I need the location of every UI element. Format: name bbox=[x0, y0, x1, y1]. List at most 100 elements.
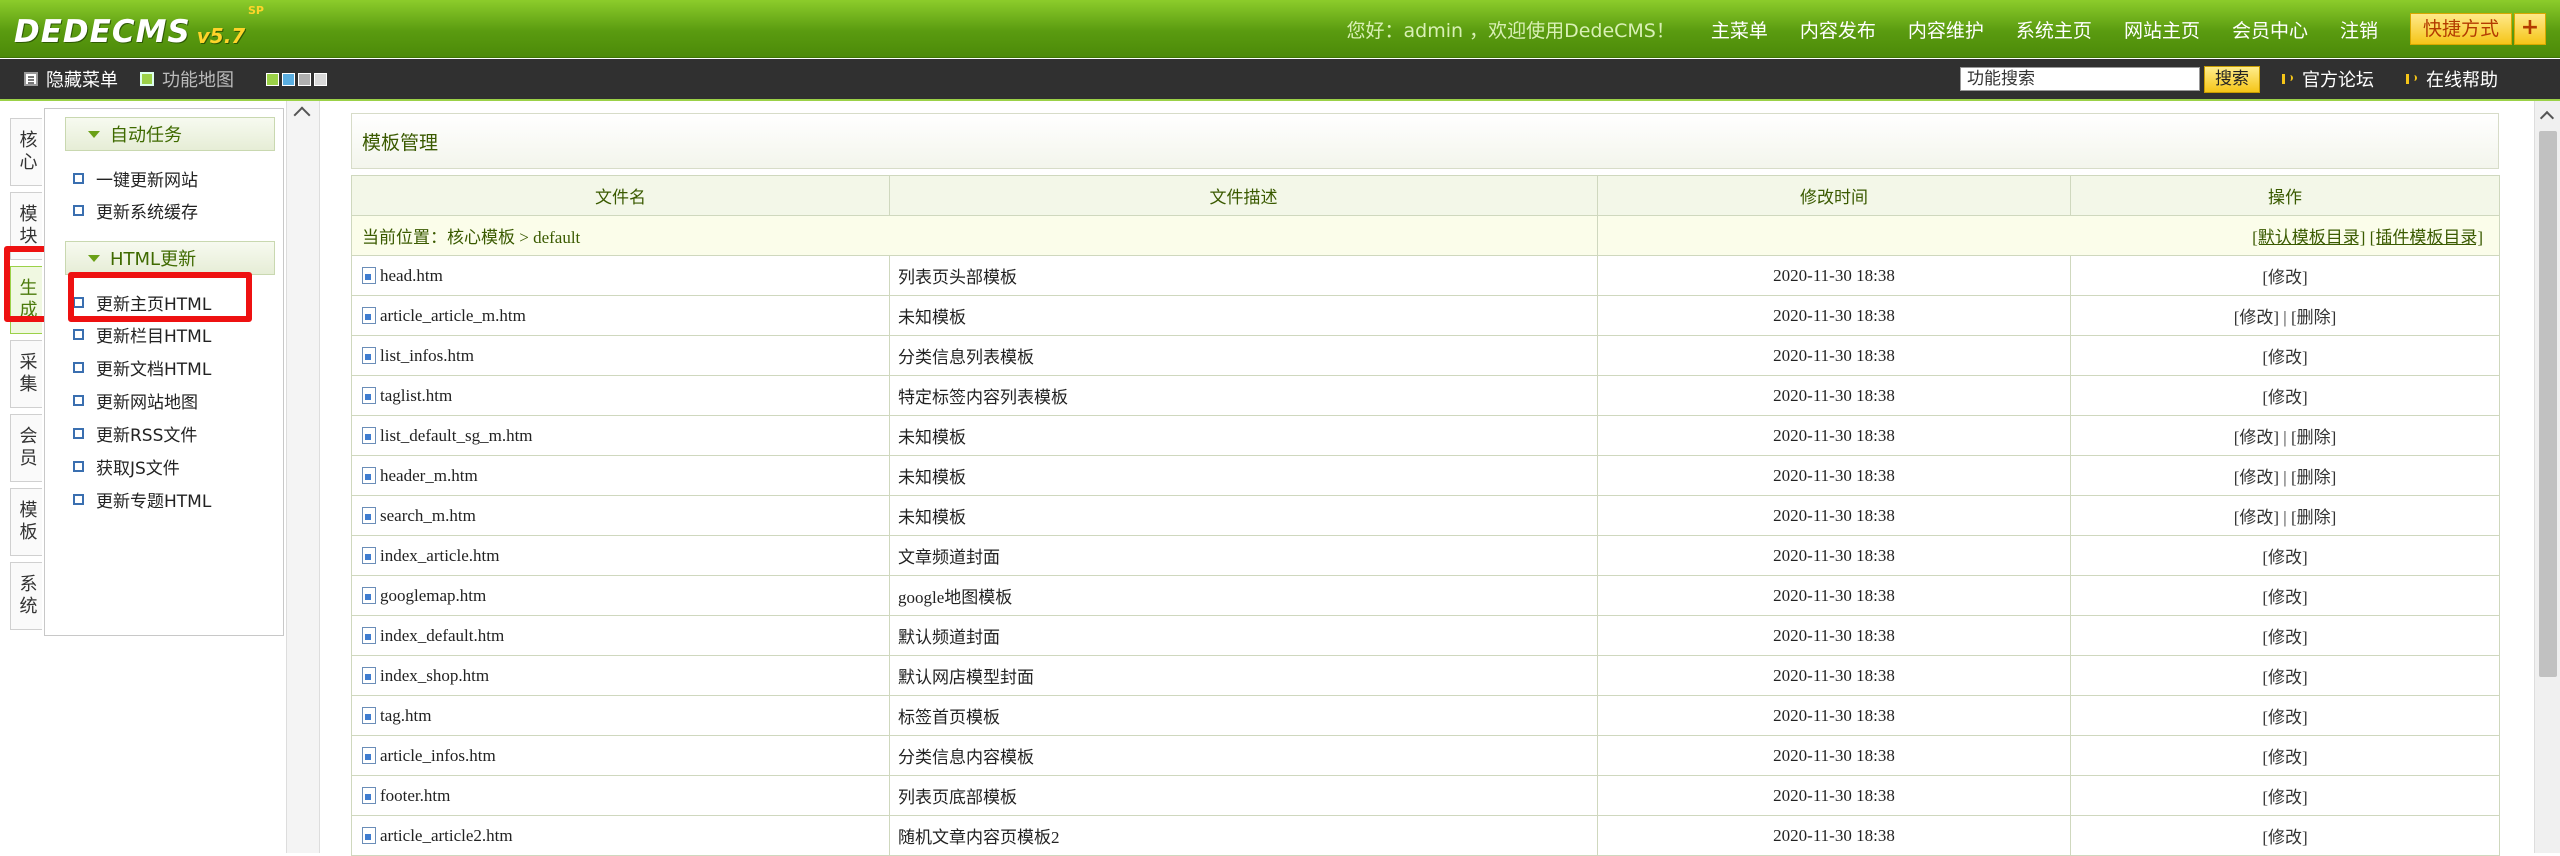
filename-cell[interactable]: index_default.htm bbox=[352, 616, 890, 656]
filename-cell[interactable]: googlemap.htm bbox=[352, 576, 890, 616]
default-template-dir-link[interactable]: [默认模板目录] bbox=[2252, 228, 2365, 247]
submenu-item-get-js[interactable]: 获取JS文件 bbox=[73, 451, 180, 481]
filename-text[interactable]: googlemap.htm bbox=[380, 586, 486, 605]
filename-cell[interactable]: header_m.htm bbox=[352, 456, 890, 496]
row-actions[interactable]: [修改] bbox=[2262, 588, 2307, 607]
filename-text[interactable]: article_article_m.htm bbox=[380, 306, 526, 325]
nav-system-home[interactable]: 系统主页 bbox=[2016, 16, 2092, 43]
tab-system[interactable]: 系统 bbox=[10, 562, 42, 630]
row-actions[interactable]: [修改] bbox=[2262, 548, 2307, 567]
row-actions[interactable]: [修改] bbox=[2262, 668, 2307, 687]
submenu-item-update-site[interactable]: 一键更新网站 bbox=[73, 163, 198, 193]
filename-text[interactable]: article_infos.htm bbox=[380, 746, 496, 765]
function-search-input[interactable]: 功能搜索 bbox=[1960, 67, 2200, 91]
search-button[interactable]: 搜索 bbox=[2204, 66, 2260, 93]
filename-cell[interactable]: article_article2.htm bbox=[352, 816, 890, 856]
filename-text[interactable]: tag.htm bbox=[380, 706, 431, 725]
submenu-item-update-rss[interactable]: 更新RSS文件 bbox=[73, 418, 197, 448]
row-actions[interactable]: [修改] bbox=[2262, 828, 2307, 847]
filename-cell[interactable]: article_infos.htm bbox=[352, 736, 890, 776]
filename-text[interactable]: header_m.htm bbox=[380, 466, 478, 485]
speaker-icon bbox=[2406, 74, 2416, 84]
actions-cell: [修改] bbox=[2071, 256, 2500, 296]
filename-text[interactable]: article_article2.htm bbox=[380, 826, 513, 845]
filename-text[interactable]: footer.htm bbox=[380, 786, 450, 805]
row-actions[interactable]: [修改] | [删除] bbox=[2234, 428, 2337, 447]
submenu-item-update-cache[interactable]: 更新系统缓存 bbox=[73, 195, 198, 225]
table-row: googlemap.htmgoogle地图模板2020-11-30 18:38[… bbox=[352, 576, 2500, 616]
page-scrollbar[interactable] bbox=[2534, 101, 2560, 853]
nav-main-menu[interactable]: 主菜单 bbox=[1711, 16, 1768, 43]
submenu-item-update-sitemap[interactable]: 更新网站地图 bbox=[73, 385, 198, 415]
tab-core[interactable]: 核心 bbox=[10, 118, 42, 186]
filename-cell[interactable]: footer.htm bbox=[352, 776, 890, 816]
dir-links: [默认模板目录] [插件模板目录] bbox=[1598, 216, 2500, 256]
submenu-item-update-doc-html[interactable]: 更新文档HTML bbox=[73, 352, 211, 382]
plugin-template-dir-link[interactable]: [插件模板目录] bbox=[2370, 228, 2483, 247]
row-actions[interactable]: [修改] bbox=[2262, 388, 2307, 407]
tab-member[interactable]: 会员 bbox=[10, 414, 42, 482]
filename-text[interactable]: taglist.htm bbox=[380, 386, 452, 405]
filename-cell[interactable]: article_article_m.htm bbox=[352, 296, 890, 336]
filename-cell[interactable]: taglist.htm bbox=[352, 376, 890, 416]
dedecms-logo[interactable]: DEDECMS v5.7 bbox=[14, 10, 245, 50]
hide-menu-button[interactable]: 隐藏菜单 bbox=[24, 59, 118, 99]
quick-add-button[interactable]: + bbox=[2514, 13, 2546, 45]
row-actions[interactable]: [修改] bbox=[2262, 788, 2307, 807]
highlight-box-update-home-html bbox=[68, 272, 252, 322]
file-icon bbox=[362, 547, 376, 564]
skin-green-swatch[interactable] bbox=[266, 73, 279, 86]
filename-cell[interactable]: list_infos.htm bbox=[352, 336, 890, 376]
scrollbar-thumb[interactable] bbox=[2539, 131, 2557, 677]
submenu-item-update-column-html[interactable]: 更新栏目HTML bbox=[73, 319, 211, 349]
filename-cell[interactable]: search_m.htm bbox=[352, 496, 890, 536]
row-actions[interactable]: [修改] bbox=[2262, 268, 2307, 287]
official-forum-link[interactable]: 官方论坛 bbox=[2282, 59, 2374, 99]
row-actions[interactable]: [修改] bbox=[2262, 708, 2307, 727]
filename-text[interactable]: index_shop.htm bbox=[380, 666, 489, 685]
tab-collect[interactable]: 采集 bbox=[10, 340, 42, 408]
row-actions[interactable]: [修改] | [删除] bbox=[2234, 508, 2337, 527]
modified-time-cell: 2020-11-30 18:38 bbox=[1598, 576, 2071, 616]
submenu-group-auto-task[interactable]: 自动任务 bbox=[65, 117, 275, 151]
nav-member-center[interactable]: 会员中心 bbox=[2232, 16, 2308, 43]
filename-text[interactable]: index_article.htm bbox=[380, 546, 499, 565]
filename-text[interactable]: list_default_sg_m.htm bbox=[380, 426, 533, 445]
nav-logout[interactable]: 注销 bbox=[2340, 16, 2378, 43]
modified-time-cell: 2020-11-30 18:38 bbox=[1598, 496, 2071, 536]
filename-cell[interactable]: head.htm bbox=[352, 256, 890, 296]
filename-cell[interactable]: index_article.htm bbox=[352, 536, 890, 576]
file-icon bbox=[362, 347, 376, 364]
collapse-arrow-icon[interactable] bbox=[294, 107, 311, 124]
row-actions[interactable]: [修改] bbox=[2262, 748, 2307, 767]
online-help-link[interactable]: 在线帮助 bbox=[2406, 59, 2498, 99]
modified-time-cell: 2020-11-30 18:38 bbox=[1598, 536, 2071, 576]
tab-template[interactable]: 模板 bbox=[10, 488, 42, 556]
panel-splitter[interactable] bbox=[286, 101, 320, 853]
skin-light-swatch[interactable] bbox=[314, 73, 327, 86]
actions-cell: [修改] bbox=[2071, 536, 2500, 576]
nav-content-maintain[interactable]: 内容维护 bbox=[1908, 16, 1984, 43]
scroll-up-arrow-icon[interactable] bbox=[2540, 111, 2554, 125]
skin-gray-swatch[interactable] bbox=[298, 73, 311, 86]
filename-text[interactable]: index_default.htm bbox=[380, 626, 504, 645]
submenu-item-update-topic-html[interactable]: 更新专题HTML bbox=[73, 484, 211, 514]
nav-site-home[interactable]: 网站主页 bbox=[2124, 16, 2200, 43]
filename-cell[interactable]: list_default_sg_m.htm bbox=[352, 416, 890, 456]
filename-cell[interactable]: index_shop.htm bbox=[352, 656, 890, 696]
filename-text[interactable]: head.htm bbox=[380, 266, 443, 285]
row-actions[interactable]: [修改] | [删除] bbox=[2234, 308, 2337, 327]
func-map-button[interactable]: 功能地图 bbox=[140, 59, 234, 99]
filename-cell[interactable]: tag.htm bbox=[352, 696, 890, 736]
table-row: head.htm列表页头部模板2020-11-30 18:38[修改] bbox=[352, 256, 2500, 296]
filename-text[interactable]: list_infos.htm bbox=[380, 346, 474, 365]
skin-blue-swatch[interactable] bbox=[282, 73, 295, 86]
row-actions[interactable]: [修改] bbox=[2262, 628, 2307, 647]
row-actions[interactable]: [修改] | [删除] bbox=[2234, 468, 2337, 487]
submenu-group-html-update[interactable]: HTML更新 bbox=[65, 241, 275, 275]
nav-content-publish[interactable]: 内容发布 bbox=[1800, 16, 1876, 43]
quick-access-button[interactable]: 快捷方式 bbox=[2410, 13, 2512, 45]
filename-text[interactable]: search_m.htm bbox=[380, 506, 476, 525]
welcome-text: 您好：admin ，欢迎使用DedeCMS！ bbox=[1347, 16, 1675, 43]
row-actions[interactable]: [修改] bbox=[2262, 348, 2307, 367]
